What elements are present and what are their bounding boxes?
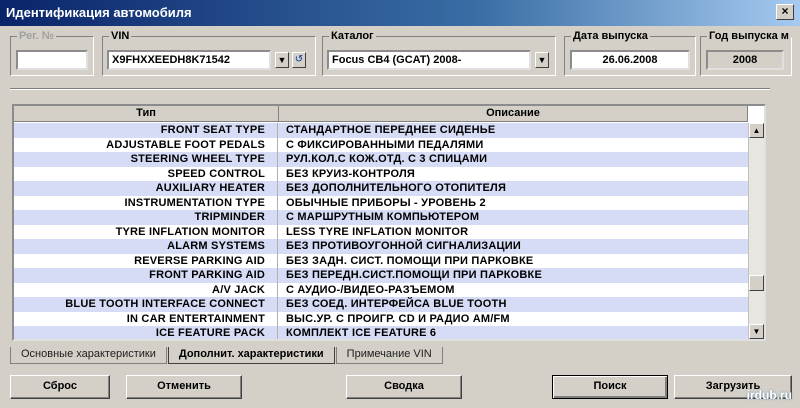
table-row[interactable]: AUXILIARY HEATER БЕЗ ДОПОЛНИТЕЛЬНОГО ОТОП… bbox=[14, 181, 748, 196]
cell-description: КОМПЛЕКТ ICE FEATURE 6 bbox=[286, 327, 437, 339]
col-header-description[interactable]: Описание bbox=[279, 106, 748, 121]
reg-number-group: Рег. № bbox=[10, 30, 94, 76]
release-year-field: 2008 bbox=[706, 50, 784, 70]
cell-description: БЕЗ СОЕД. ИНТЕРФЕЙСА BLUE TOOTH bbox=[286, 298, 507, 310]
vin-label: VIN bbox=[109, 30, 132, 42]
table-row[interactable]: FRONT SEAT TYPE СТАНДАРТНОЕ ПЕРЕДНЕЕ СИДЕ… bbox=[14, 123, 748, 138]
table-row[interactable]: TRIPMINDER С МАРШРУТНЫМ КОМПЬЮТЕРОМ bbox=[14, 210, 748, 225]
cell-description: СТАНДАРТНОЕ ПЕРЕДНЕЕ СИДЕНЬЕ bbox=[286, 124, 496, 136]
cell-type: FRONT PARKING AID bbox=[14, 268, 278, 283]
cell-description: РУЛ.КОЛ.С КОЖ.ОТД. С 3 СПИЦАМИ bbox=[286, 153, 488, 165]
cell-description: БЕЗ ПЕРЕДН.СИСТ.ПОМОЩИ ПРИ ПАРКОВКЕ bbox=[286, 269, 543, 281]
catalog-select[interactable]: Focus CB4 (GCAT) 2008- bbox=[327, 50, 531, 70]
table-row[interactable]: INSTRUMENTATION TYPE ОБЫЧНЫЕ ПРИБОРЫ - УР… bbox=[14, 195, 748, 210]
close-button[interactable]: × bbox=[776, 4, 794, 20]
release-year-label: Год выпуска м bbox=[707, 30, 791, 42]
summary-button[interactable]: Сводка bbox=[346, 375, 462, 399]
table-row[interactable]: ADJUSTABLE FOOT PEDALS С ФИКСИРОВАННЫМИ П… bbox=[14, 137, 748, 152]
tab-strip: Основные характеристики Дополнит. характ… bbox=[10, 347, 444, 365]
cell-description: С ФИКСИРОВАННЫМИ ПЕДАЛЯМИ bbox=[286, 138, 484, 151]
cell-type: SPEED CONTROL bbox=[14, 166, 278, 181]
cell-description: ВЫС.УР. С ПРОИГР. CD И РАДИО AM/FM bbox=[286, 312, 510, 325]
vin-group: VIN X9FHXXEEDH8K71542 ▼ ↺ bbox=[102, 30, 316, 76]
cell-type: FRONT SEAT TYPE bbox=[14, 123, 278, 138]
reg-number-input[interactable] bbox=[16, 50, 88, 70]
tab-additional-characteristics[interactable]: Дополнит. характеристики bbox=[167, 347, 335, 364]
cell-type: INSTRUMENTATION TYPE bbox=[14, 195, 278, 210]
vertical-scrollbar[interactable]: ▲ ▼ bbox=[748, 123, 764, 339]
cell-type: ICE FEATURE PACK bbox=[14, 326, 278, 339]
vin-input[interactable]: X9FHXXEEDH8K71542 bbox=[107, 50, 271, 70]
cell-type: TYRE INFLATION MONITOR bbox=[14, 224, 278, 239]
table-row[interactable]: IN CAR ENTERTAINMENT ВЫС.УР. С ПРОИГР. CD… bbox=[14, 311, 748, 326]
separator bbox=[10, 88, 770, 90]
cell-description: БЕЗ ДОПОЛНИТЕЛЬНОГО ОТОПИТЕЛЯ bbox=[286, 182, 507, 194]
title-bar: Идентификация автомобиля × bbox=[0, 0, 800, 26]
cell-description: С МАРШРУТНЫМ КОМПЬЮТЕРОМ bbox=[286, 211, 480, 223]
release-date-input[interactable]: 26.06.2008 bbox=[570, 50, 690, 70]
table-row[interactable]: BLUE TOOTH INTERFACE CONNECT БЕЗ СОЕД. ИН… bbox=[14, 297, 748, 312]
table-row[interactable]: FRONT PARKING AID БЕЗ ПЕРЕДН.СИСТ.ПОМОЩИ … bbox=[14, 268, 748, 283]
cell-type: TRIPMINDER bbox=[14, 210, 278, 225]
cell-type: STEERING WHEEL TYPE bbox=[14, 152, 278, 167]
cell-type: REVERSE PARKING AID bbox=[14, 253, 278, 268]
history-icon[interactable]: ↺ bbox=[292, 52, 306, 68]
table-row[interactable]: A/V JACK С АУДИО-/ВИДЕО-РАЗЪЕМОМ bbox=[14, 282, 748, 297]
table-row[interactable]: STEERING WHEEL TYPE РУЛ.КОЛ.С КОЖ.ОТД. С … bbox=[14, 152, 748, 167]
cell-type: IN CAR ENTERTAINMENT bbox=[14, 311, 278, 326]
table-row[interactable]: ALARM SYSTEMS БЕЗ ПРОТИВОУГОННОЙ СИГНАЛИЗ… bbox=[14, 239, 748, 254]
scroll-up-icon[interactable]: ▲ bbox=[749, 123, 764, 138]
tab-main-characteristics[interactable]: Основные характеристики bbox=[10, 347, 167, 364]
release-date-group: Дата выпуска 26.06.2008 bbox=[564, 30, 696, 76]
table-row[interactable]: REVERSE PARKING AID БЕЗ ЗАДН. СИСТ. ПОМОЩ… bbox=[14, 253, 748, 268]
catalog-group: Каталог Focus CB4 (GCAT) 2008- ▼ bbox=[322, 30, 556, 76]
cell-description: БЕЗ ЗАДН. СИСТ. ПОМОЩИ ПРИ ПАРКОВКЕ bbox=[286, 254, 534, 267]
cell-description: ОБЫЧНЫЕ ПРИБОРЫ - УРОВЕНЬ 2 bbox=[286, 196, 486, 209]
cell-description: С АУДИО-/ВИДЕО-РАЗЪЕМОМ bbox=[286, 283, 455, 296]
characteristics-grid: Тип Описание FRONT SEAT TYPE СТАНДАРТНОЕ … bbox=[12, 104, 766, 341]
reset-button[interactable]: Сброс bbox=[10, 375, 110, 399]
cell-type: ADJUSTABLE FOOT PEDALS bbox=[14, 137, 278, 152]
table-row[interactable]: ICE FEATURE PACK КОМПЛЕКТ ICE FEATURE 6 bbox=[14, 326, 748, 339]
cell-description: LESS TYRE INFLATION MONITOR bbox=[286, 225, 469, 238]
cancel-button[interactable]: Отменить bbox=[126, 375, 242, 399]
cell-description: БЕЗ ПРОТИВОУГОННОЙ СИГНАЛИЗАЦИИ bbox=[286, 240, 521, 252]
scroll-thumb[interactable] bbox=[749, 275, 764, 291]
release-year-group: Год выпуска м 2008 bbox=[700, 30, 792, 76]
table-row[interactable]: SPEED CONTROL БЕЗ КРУИЗ-КОНТРОЛЯ bbox=[14, 166, 748, 181]
window-title: Идентификация автомобиля bbox=[6, 5, 192, 20]
tab-vin-note[interactable]: Примечание VIN bbox=[335, 347, 443, 364]
vin-dropdown-icon[interactable]: ▼ bbox=[275, 52, 289, 68]
grid-header: Тип Описание bbox=[14, 106, 748, 122]
catalog-label: Каталог bbox=[329, 30, 376, 42]
cell-type: BLUE TOOTH INTERFACE CONNECT bbox=[14, 297, 278, 312]
watermark-text: irdub.ru bbox=[746, 388, 792, 402]
search-button[interactable]: Поиск bbox=[552, 375, 668, 399]
cell-type: ALARM SYSTEMS bbox=[14, 239, 278, 254]
cell-description: БЕЗ КРУИЗ-КОНТРОЛЯ bbox=[286, 167, 416, 180]
table-row[interactable]: TYRE INFLATION MONITOR LESS TYRE INFLATIO… bbox=[14, 224, 748, 239]
reg-number-label: Рег. № bbox=[17, 30, 57, 42]
scroll-down-icon[interactable]: ▼ bbox=[749, 324, 764, 339]
cell-type: AUXILIARY HEATER bbox=[14, 181, 278, 196]
release-date-label: Дата выпуска bbox=[571, 30, 650, 42]
catalog-dropdown-icon[interactable]: ▼ bbox=[535, 52, 549, 68]
cell-type: A/V JACK bbox=[14, 282, 278, 297]
col-header-type[interactable]: Тип bbox=[14, 106, 279, 121]
